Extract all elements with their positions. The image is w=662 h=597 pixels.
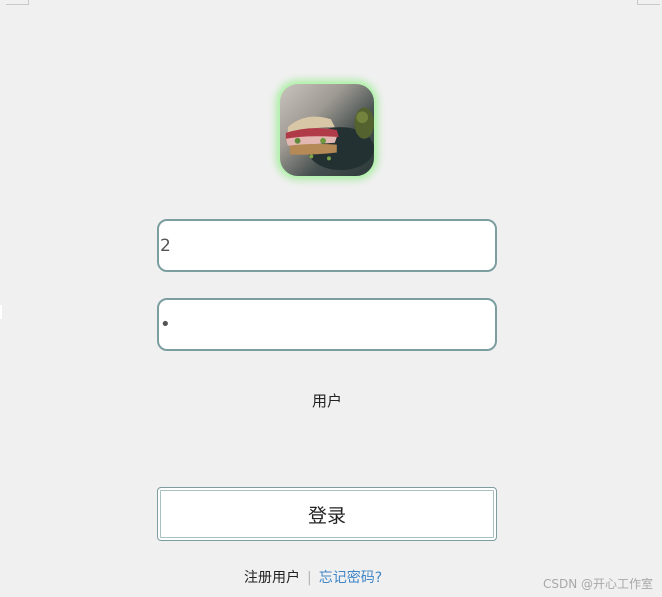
forgot-password-link[interactable]: 忘记密码?	[319, 570, 382, 586]
footer-links: 注册用户 | 忘记密码?	[244, 567, 382, 587]
role-label: 用户	[311, 392, 342, 410]
link-separator: |	[307, 570, 312, 586]
watermark: CSDN @开心工作室	[542, 577, 653, 591]
login-button[interactable]: 登录	[157, 487, 497, 541]
window-corner-right	[637, 0, 660, 5]
password-input[interactable]	[157, 298, 497, 351]
window-corner-left	[6, 0, 29, 5]
sandwich-photo-icon	[285, 107, 374, 171]
register-link[interactable]: 注册用户	[244, 570, 300, 586]
username-input[interactable]	[157, 219, 497, 272]
edge-marker	[0, 305, 2, 319]
avatar	[278, 82, 376, 178]
